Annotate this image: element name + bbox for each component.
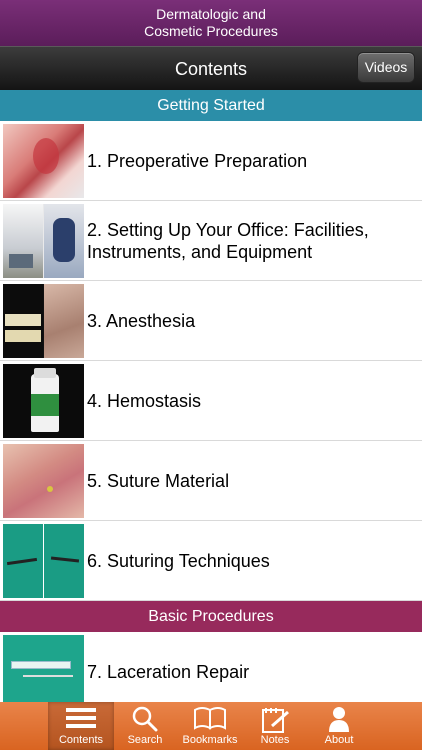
list-icon (66, 708, 96, 728)
tab-bar: Contents Search Bookmarks Notes About (0, 702, 422, 750)
list-item[interactable]: 5. Suture Material (0, 441, 422, 521)
list-item[interactable]: 7. Laceration Repair (0, 632, 422, 702)
suturing-photo (3, 524, 84, 598)
tab-label: About (324, 734, 354, 746)
tab-about[interactable]: About (306, 702, 372, 750)
syringe-photo (3, 635, 84, 702)
skin-suture-photo (3, 444, 84, 518)
list-item-label: 4. Hemostasis (87, 390, 202, 411)
list-item-label: 7. Laceration Repair (87, 661, 250, 682)
ear-wound-photo (3, 124, 84, 198)
list-item[interactable]: 6. Suturing Techniques (0, 521, 422, 601)
search-icon (132, 706, 158, 732)
tab-bookmarks[interactable]: Bookmarks (176, 702, 244, 750)
list-item-label: 1. Preoperative Preparation (87, 150, 308, 171)
notepad-icon (262, 708, 289, 733)
tab-notes[interactable]: Notes (244, 702, 306, 750)
app-title-bar: Dermatologic and Cosmetic Procedures (0, 0, 422, 46)
list-item-label: 2. Setting Up Your Office: Facilities, I… (87, 219, 369, 262)
section-header-basic-procedures: Basic Procedures (0, 601, 422, 632)
list-item[interactable]: 1. Preoperative Preparation (0, 121, 422, 201)
anesthesia-photo (3, 284, 84, 358)
app-title-line-2: Cosmetic Procedures (144, 23, 278, 39)
tab-search[interactable]: Search (114, 702, 176, 750)
contents-list[interactable]: Getting Started 1. Preoperative Preparat… (0, 90, 422, 702)
tab-label: Notes (260, 734, 290, 746)
navigation-bar: Contents Videos (0, 46, 422, 90)
list-item[interactable]: 3. Anesthesia (0, 281, 422, 361)
tab-spacer (0, 702, 48, 750)
office-equipment-photo (3, 204, 84, 278)
tab-label: Contents (58, 734, 104, 746)
list-item-label: 5. Suture Material (87, 470, 230, 491)
tab-label: Bookmarks (182, 734, 238, 746)
person-icon (329, 707, 349, 732)
hemostatic-bottle-photo (3, 364, 84, 438)
tab-label: Search (127, 734, 163, 746)
videos-button[interactable]: Videos (357, 52, 415, 83)
list-item[interactable]: 2. Setting Up Your Office: Facilities, I… (0, 201, 422, 281)
app-title-line-1: Dermatologic and (156, 6, 266, 22)
list-item-label: 6. Suturing Techniques (87, 550, 270, 571)
book-icon (194, 707, 226, 730)
section-header-getting-started: Getting Started (0, 90, 422, 121)
list-item[interactable]: 4. Hemostasis (0, 361, 422, 441)
tab-contents[interactable]: Contents (48, 702, 114, 750)
list-item-label: 3. Anesthesia (87, 310, 196, 331)
